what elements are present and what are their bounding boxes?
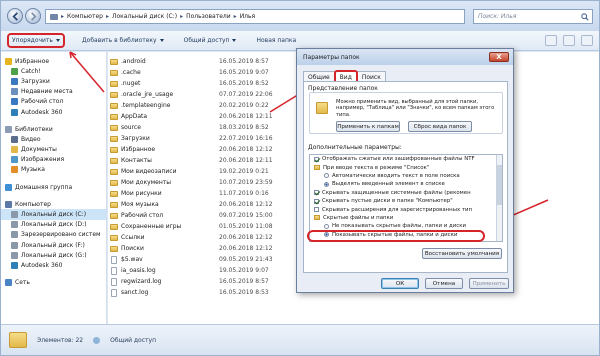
setting-label: Скрывать пустые диски в папке "Компьютер… <box>322 198 453 205</box>
setting-item[interactable]: Скрытые файлы и папки <box>310 214 502 222</box>
setting-item[interactable]: При вводе текста в режиме "Список" <box>310 163 502 171</box>
dialog-title: Параметры папок <box>303 53 360 61</box>
setting-label: При вводе текста в режиме "Список" <box>323 164 430 171</box>
advanced-settings-label: Дополнительные параметры: <box>308 144 402 151</box>
scrollbar-thumb[interactable] <box>497 165 502 205</box>
folder-view-description: Можно применить вид, выбранный для этой … <box>336 99 495 118</box>
folder-icon <box>316 102 328 114</box>
setting-item[interactable]: Скрывать пустые диски в папке "Компьютер… <box>310 197 502 205</box>
scrollbar[interactable] <box>496 155 502 241</box>
highlight-show-hidden <box>307 230 485 242</box>
folder-icon <box>314 165 320 171</box>
setting-label: Скрывать расширения для зарегистрированн… <box>322 206 473 213</box>
advanced-settings-list[interactable]: Отображать сжатые или зашифрованные файл… <box>309 154 503 242</box>
checkbox[interactable] <box>314 156 319 162</box>
setting-item[interactable]: Скрывать защищенные системные файлы (рек… <box>310 189 502 197</box>
ok-button[interactable]: ОК <box>381 278 419 289</box>
view-tab-panel: Представление папок Можно применить вид,… <box>303 81 508 273</box>
folder-options-dialog: Параметры папок X Общие Вид Поиск Предст… <box>296 48 514 293</box>
radio-button[interactable] <box>324 223 329 229</box>
checkbox[interactable] <box>314 190 319 196</box>
setting-label: Скрытые файлы и папки <box>323 214 394 221</box>
setting-label: Не показывать скрытые файлы, папки и дис… <box>332 223 466 230</box>
checkbox[interactable] <box>314 207 319 213</box>
setting-label: Выделять введенный элемент в списке <box>332 181 445 188</box>
setting-item[interactable]: Скрывать расширения для зарегистрированн… <box>310 205 502 213</box>
setting-label: Скрывать защищенные системные файлы (рек… <box>322 189 471 196</box>
radio-button[interactable] <box>324 173 329 179</box>
setting-label: Отображать сжатые или зашифрованные файл… <box>322 156 475 163</box>
checkbox[interactable] <box>314 198 319 204</box>
annotation-arrow-organize <box>69 51 105 93</box>
folder-view-group-label: Представление папок <box>308 85 378 92</box>
cancel-button[interactable]: Отмена <box>425 278 463 289</box>
restore-defaults-button[interactable]: Восстановить умолчания <box>422 248 502 259</box>
apply-to-folders-button[interactable]: Применить к папкам <box>336 121 400 132</box>
dialog-title-bar: Параметры папок <box>297 49 513 65</box>
reset-folders-button[interactable]: Сброс вида папок <box>408 121 472 132</box>
radio-button[interactable] <box>324 181 329 187</box>
folder-view-group: Можно применить вид, выбранный для этой … <box>309 92 503 134</box>
setting-item[interactable]: Отображать сжатые или зашифрованные файл… <box>310 155 502 163</box>
setting-item[interactable]: Выделять введенный элемент в списке <box>310 180 502 188</box>
setting-item[interactable]: Автоматически вводить текст в поле поиск… <box>310 172 502 180</box>
apply-button[interactable]: Применить <box>469 278 509 289</box>
close-button[interactable]: X <box>489 52 509 62</box>
setting-label: Автоматически вводить текст в поле поиск… <box>332 172 460 179</box>
folder-icon <box>314 215 320 221</box>
